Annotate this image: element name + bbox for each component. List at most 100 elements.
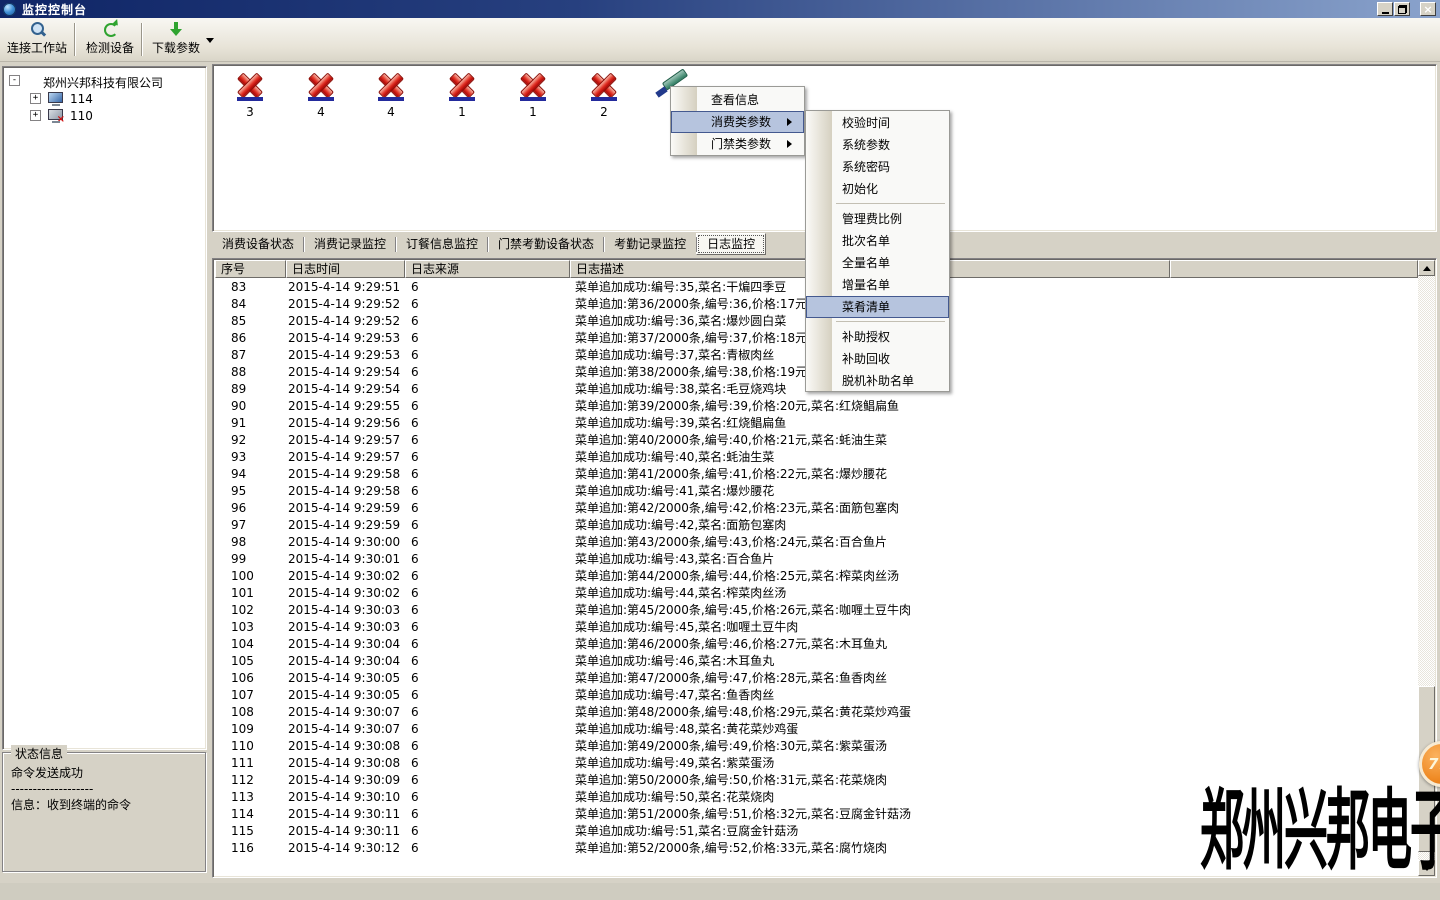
- window-bottom-edge: [0, 883, 1440, 900]
- status-lines: 命令发送成功-------------------信息：收到终端的命令: [3, 753, 205, 813]
- tree-root-node[interactable]: - 郑州兴邦科技有限公司: [3, 73, 206, 91]
- tab-门禁考勤设备状态[interactable]: 门禁考勤设备状态: [488, 234, 604, 256]
- cell-seq: 90: [231, 398, 246, 415]
- table-row[interactable]: 912015-4-14 9:29:566菜单追加成功:编号:39,菜名:红烧鲳扁…: [215, 415, 1417, 432]
- minimize-button[interactable]: [1377, 2, 1393, 16]
- cell-time: 2015-4-14 9:30:11: [288, 806, 400, 823]
- cell-source: 6: [411, 619, 419, 636]
- cell-source: 6: [411, 721, 419, 738]
- cell-description: 菜单追加成功:编号:44,菜名:榨菜肉丝汤: [575, 585, 786, 602]
- cell-seq: 88: [231, 364, 246, 381]
- submenu-item-补助回收[interactable]: 补助回收: [806, 348, 949, 370]
- table-row[interactable]: 992015-4-14 9:30:016菜单追加成功:编号:43,菜名:百合鱼片: [215, 551, 1417, 568]
- cell-time: 2015-4-14 9:30:11: [288, 823, 400, 840]
- cell-time: 2015-4-14 9:30:05: [288, 670, 400, 687]
- close-button[interactable]: [1420, 2, 1436, 16]
- table-row[interactable]: 932015-4-14 9:29:576菜单追加成功:编号:40,菜名:蚝油生菜: [215, 449, 1417, 466]
- cell-time: 2015-4-14 9:29:55: [288, 398, 400, 415]
- cell-description: 菜单追加:第39/2000条,编号:39,价格:20元,菜名:红烧鲳扁鱼: [575, 398, 899, 415]
- table-row[interactable]: 1092015-4-14 9:30:076菜单追加成功:编号:48,菜名:黄花菜…: [215, 721, 1417, 738]
- collapse-icon[interactable]: -: [9, 75, 20, 86]
- badge-text: 77: [1428, 755, 1440, 773]
- table-row[interactable]: 1112015-4-14 9:30:086菜单追加成功:编号:49,菜名:紫菜蛋…: [215, 755, 1417, 772]
- device-icon-2[interactable]: 4: [304, 71, 338, 119]
- menu-item-消费类参数[interactable]: 消费类参数: [671, 111, 804, 133]
- menu-item-查看信息[interactable]: 查看信息: [671, 89, 804, 111]
- cell-description: 菜单追加:第36/2000条,编号:36,价格:17元: [575, 296, 807, 313]
- submenu-item-补助授权[interactable]: 补助授权: [806, 326, 949, 348]
- submenu-item-系统参数[interactable]: 系统参数: [806, 134, 949, 156]
- cell-seq: 99: [231, 551, 246, 568]
- table-row[interactable]: 1082015-4-14 9:30:076菜单追加:第48/2000条,编号:4…: [215, 704, 1417, 721]
- toolbar-button-label: 检测设备: [80, 41, 140, 55]
- table-row[interactable]: 1042015-4-14 9:30:046菜单追加:第46/2000条,编号:4…: [215, 636, 1417, 653]
- column-header-日志时间[interactable]: 日志时间: [286, 260, 405, 278]
- menu-item-门禁类参数[interactable]: 门禁类参数: [671, 133, 804, 155]
- submenu-item-菜肴清单[interactable]: 菜肴清单: [806, 296, 949, 318]
- cell-seq: 110: [231, 738, 254, 755]
- cell-source: 6: [411, 313, 419, 330]
- tree-node-110[interactable]: +110: [3, 108, 206, 125]
- table-row[interactable]: 952015-4-14 9:29:586菜单追加成功:编号:41,菜名:爆炒腰花: [215, 483, 1417, 500]
- tab-消费记录监控[interactable]: 消费记录监控: [304, 234, 396, 256]
- tab-日志监控[interactable]: 日志监控: [696, 233, 766, 255]
- submenu-item-校验时间[interactable]: 校验时间: [806, 112, 949, 134]
- device-count-label: 4: [304, 105, 338, 119]
- cell-source: 6: [411, 806, 419, 823]
- cell-seq: 115: [231, 823, 254, 840]
- cell-source: 6: [411, 432, 419, 449]
- table-row[interactable]: 922015-4-14 9:29:576菜单追加:第40/2000条,编号:40…: [215, 432, 1417, 449]
- table-row[interactable]: 1062015-4-14 9:30:056菜单追加:第47/2000条,编号:4…: [215, 670, 1417, 687]
- cell-time: 2015-4-14 9:29:52: [288, 313, 400, 330]
- cell-description: 菜单追加成功:编号:46,菜名:木耳鱼丸: [575, 653, 774, 670]
- table-row[interactable]: 902015-4-14 9:29:556菜单追加:第39/2000条,编号:39…: [215, 398, 1417, 415]
- tab-消费设备状态[interactable]: 消费设备状态: [212, 234, 304, 256]
- toolbar-button-1[interactable]: 连接工作站: [2, 21, 72, 59]
- device-icon-4[interactable]: 1: [445, 71, 479, 119]
- cell-description: 菜单追加成功:编号:45,菜名:咖喱土豆牛肉: [575, 619, 798, 636]
- device-icon-3[interactable]: 4: [374, 71, 408, 119]
- submenu-item-全量名单[interactable]: 全量名单: [806, 252, 949, 274]
- tab-考勤记录监控[interactable]: 考勤记录监控: [604, 234, 696, 256]
- device-icon-6[interactable]: 2: [587, 71, 621, 119]
- toolbar-button-label: 下载参数: [146, 41, 206, 55]
- tab-订餐信息监控[interactable]: 订餐信息监控: [396, 234, 488, 256]
- column-header-序号[interactable]: 序号: [215, 260, 286, 278]
- device-icon-1[interactable]: 3: [233, 71, 267, 119]
- menu-separator: [806, 318, 949, 326]
- workstation-tree-panel: - 郑州兴邦科技有限公司 +114+110: [2, 66, 207, 750]
- cell-description: 菜单追加成功:编号:38,菜名:毛豆烧鸡块: [575, 381, 786, 398]
- table-row[interactable]: 1022015-4-14 9:30:036菜单追加:第45/2000条,编号:4…: [215, 602, 1417, 619]
- table-row[interactable]: 1072015-4-14 9:30:056菜单追加成功:编号:47,菜名:鱼香肉…: [215, 687, 1417, 704]
- table-row[interactable]: 1102015-4-14 9:30:086菜单追加:第49/2000条,编号:4…: [215, 738, 1417, 755]
- submenu-item-管理费比例[interactable]: 管理费比例: [806, 208, 949, 230]
- tree-node-114[interactable]: +114: [3, 91, 206, 108]
- dropdown-caret-icon[interactable]: [206, 38, 214, 47]
- table-row[interactable]: 1052015-4-14 9:30:046菜单追加成功:编号:46,菜名:木耳鱼…: [215, 653, 1417, 670]
- submenu-item-批次名单[interactable]: 批次名单: [806, 230, 949, 252]
- table-row[interactable]: 1032015-4-14 9:30:036菜单追加成功:编号:45,菜名:咖喱土…: [215, 619, 1417, 636]
- toolbar-button-2[interactable]: 检测设备: [80, 21, 140, 59]
- cell-seq: 98: [231, 534, 246, 551]
- submenu-item-增量名单[interactable]: 增量名单: [806, 274, 949, 296]
- submenu-item-系统密码[interactable]: 系统密码: [806, 156, 949, 178]
- cell-source: 6: [411, 551, 419, 568]
- expand-icon[interactable]: +: [30, 110, 41, 121]
- expand-icon[interactable]: +: [30, 93, 41, 104]
- table-row[interactable]: 962015-4-14 9:29:596菜单追加:第42/2000条,编号:42…: [215, 500, 1417, 517]
- submenu-item-脱机补助名单[interactable]: 脱机补助名单: [806, 370, 949, 392]
- table-row[interactable]: 1012015-4-14 9:30:026菜单追加成功:编号:44,菜名:榨菜肉…: [215, 585, 1417, 602]
- device-icon-5[interactable]: 1: [516, 71, 550, 119]
- cell-time: 2015-4-14 9:30:01: [288, 551, 400, 568]
- toolbar-button-3[interactable]: 下载参数: [146, 21, 206, 59]
- scroll-up-button[interactable]: [1418, 260, 1435, 276]
- table-row[interactable]: 1002015-4-14 9:30:026菜单追加:第44/2000条,编号:4…: [215, 568, 1417, 585]
- table-row[interactable]: 982015-4-14 9:30:006菜单追加:第43/2000条,编号:43…: [215, 534, 1417, 551]
- column-header-empty[interactable]: [1170, 260, 1418, 278]
- column-header-日志来源[interactable]: 日志来源: [405, 260, 570, 278]
- table-row[interactable]: 972015-4-14 9:29:596菜单追加成功:编号:42,菜名:面筋包塞…: [215, 517, 1417, 534]
- submenu-item-初始化[interactable]: 初始化: [806, 178, 949, 200]
- table-row[interactable]: 942015-4-14 9:29:586菜单追加:第41/2000条,编号:41…: [215, 466, 1417, 483]
- restore-button[interactable]: [1394, 2, 1410, 16]
- arrow-up-icon: [1423, 262, 1431, 271]
